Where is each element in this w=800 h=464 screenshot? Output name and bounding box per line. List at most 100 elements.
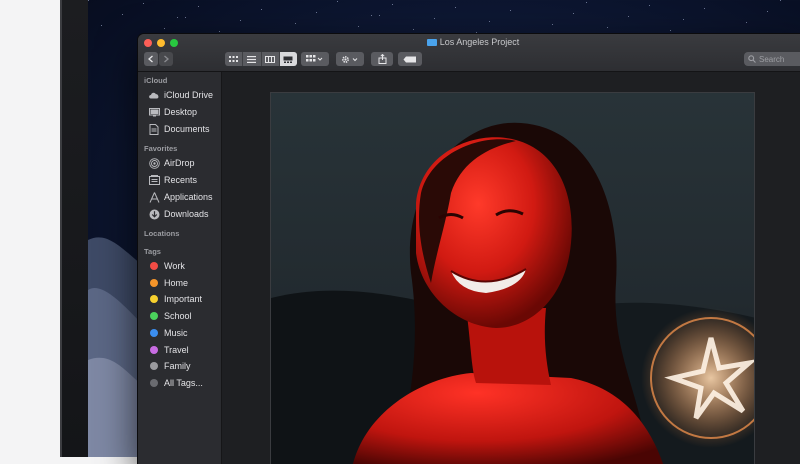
sidebar-tag-label: Family [164, 361, 191, 372]
chevron-left-icon [148, 55, 153, 63]
sidebar-tag-label: Home [164, 277, 189, 288]
sidebar-section-icloud: iCloud [144, 76, 168, 85]
folder-icon [426, 39, 437, 46]
sidebar-item-label: iCloud Drive [164, 90, 214, 100]
gear-icon [342, 55, 358, 63]
sidebar-tag-label: Music [164, 327, 188, 338]
portrait-photo [271, 122, 754, 464]
wallpaper-star [573, 13, 574, 14]
wallpaper-star [586, 2, 587, 3]
sidebar-item-icloud-drive[interactable]: iCloud Drive [148, 88, 213, 102]
wallpaper-star [628, 16, 629, 17]
sidebar-item-documents[interactable]: Documents [148, 122, 210, 136]
document-icon [148, 123, 160, 135]
wallpaper-star [198, 6, 199, 7]
sidebar-item-label: Recents [164, 175, 198, 185]
content-area [222, 72, 800, 464]
desktop-icon [148, 106, 160, 118]
tag-color-dot-icon [150, 295, 158, 304]
wallpaper-star [164, 28, 165, 29]
gallery-view-button[interactable] [279, 52, 297, 66]
sidebar-item-recents[interactable]: Recents [148, 173, 197, 187]
action-menu-button[interactable] [336, 52, 364, 66]
sidebar-tag-home[interactable]: Home [148, 276, 188, 290]
sidebar-tag-label: Travel [164, 344, 189, 355]
sidebar-tag-label: Important [164, 294, 203, 305]
forward-button[interactable] [159, 52, 173, 66]
sidebar-tag-travel[interactable]: Travel [148, 343, 189, 357]
recents-icon [148, 174, 160, 186]
wallpaper-star [704, 8, 705, 9]
wallpaper-star [337, 1, 338, 2]
view-mode-control [225, 52, 297, 66]
wallpaper-star [88, 0, 89, 1]
sidebar-item-airdrop[interactable]: AirDrop [148, 156, 195, 170]
wallpaper-star [379, 15, 380, 16]
gallery-icon [283, 56, 293, 63]
tag-button[interactable] [398, 52, 422, 66]
gallery-photo-preview[interactable] [270, 92, 755, 464]
wallpaper-star [101, 25, 102, 26]
wallpaper-star [371, 15, 372, 16]
tag-color-dot-icon [150, 328, 158, 337]
wallpaper-star [607, 27, 608, 28]
wallpaper-star [261, 9, 262, 10]
wallpaper-star [295, 23, 296, 24]
wallpaper-star [746, 22, 747, 23]
wallpaper-star [683, 19, 684, 20]
wallpaper-star [177, 17, 178, 18]
sidebar-tag-important[interactable]: Important [148, 292, 202, 306]
list-icon [247, 55, 257, 63]
sidebar-item-label: Downloads [164, 209, 209, 219]
grid-icon [229, 55, 239, 62]
toolbar: Los Angeles Project Search [138, 34, 800, 72]
wallpaper-star [476, 32, 477, 33]
wallpaper-star [240, 20, 241, 21]
grid-dropdown-icon [306, 55, 323, 62]
sidebar-tag-school[interactable]: School [148, 309, 192, 323]
icon-view-button[interactable] [225, 52, 244, 66]
sidebar-tag-music[interactable]: Music [148, 326, 188, 340]
sidebar-tag-all-tags[interactable]: All Tags... [148, 376, 203, 390]
downloads-icon [148, 208, 160, 220]
sidebar-section-tags: Tags [144, 247, 161, 256]
sidebar-tag-label: Work [164, 261, 185, 271]
sidebar-tag-work[interactable]: Work [148, 259, 185, 273]
share-icon [378, 54, 386, 64]
wallpaper-star [489, 21, 490, 22]
wallpaper-star [143, 3, 144, 4]
sidebar-tag-label: School [164, 311, 192, 322]
search-field[interactable]: Search [744, 52, 800, 66]
sidebar-item-applications[interactable]: Applications [148, 190, 213, 204]
column-view-button[interactable] [262, 52, 280, 66]
wallpaper-star [185, 17, 186, 18]
sidebar-item-label: Desktop [164, 107, 198, 117]
sidebar-item-desktop[interactable]: Desktop [148, 105, 197, 119]
tag-color-dot-icon [150, 262, 158, 270]
wallpaper-star [649, 5, 650, 6]
wallpaper-star [780, 0, 781, 1]
columns-icon [265, 55, 276, 63]
share-button[interactable] [371, 52, 393, 66]
tag-color-dot-icon [150, 345, 158, 354]
sidebar-section-locations: Locations [144, 229, 180, 238]
sidebar: iCloud iCloud Drive Desktop Documents Fa… [138, 72, 222, 464]
sidebar-item-downloads[interactable]: Downloads [148, 207, 209, 221]
tag-color-dot-icon [150, 278, 158, 287]
back-button[interactable] [144, 52, 158, 66]
applications-icon [148, 191, 160, 203]
tag-color-dot-icon [150, 312, 158, 321]
cloud-icon [148, 89, 160, 101]
group-by-button[interactable] [301, 52, 329, 66]
wallpaper-star [122, 14, 123, 15]
wallpaper-star [670, 30, 671, 31]
sidebar-tag-family[interactable]: Family [148, 359, 191, 373]
wallpaper-star [413, 29, 414, 30]
list-view-button[interactable] [243, 52, 262, 66]
wallpaper-star [455, 7, 456, 8]
chevron-right-icon [164, 55, 169, 63]
tag-color-dot-icon [150, 378, 158, 387]
wallpaper-star [510, 10, 511, 11]
wallpaper-star [219, 31, 220, 32]
wallpaper-star [552, 24, 553, 25]
